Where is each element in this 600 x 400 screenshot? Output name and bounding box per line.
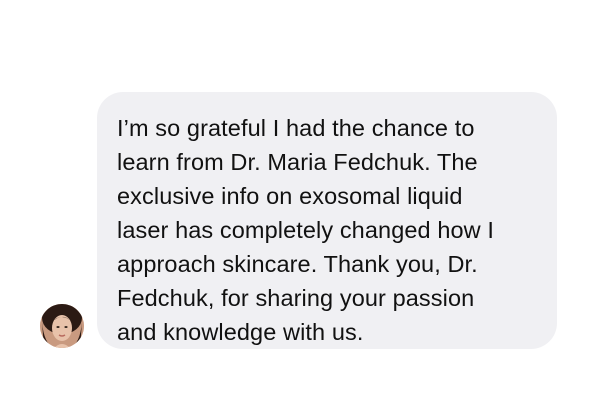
avatar-photo-icon bbox=[40, 304, 84, 348]
chat-screen: I’m so grateful I had the chance to lear… bbox=[0, 0, 600, 400]
sender-avatar[interactable] bbox=[40, 304, 84, 348]
message-bubble[interactable]: I’m so grateful I had the chance to lear… bbox=[97, 92, 557, 349]
message-text: I’m so grateful I had the chance to lear… bbox=[117, 115, 495, 345]
